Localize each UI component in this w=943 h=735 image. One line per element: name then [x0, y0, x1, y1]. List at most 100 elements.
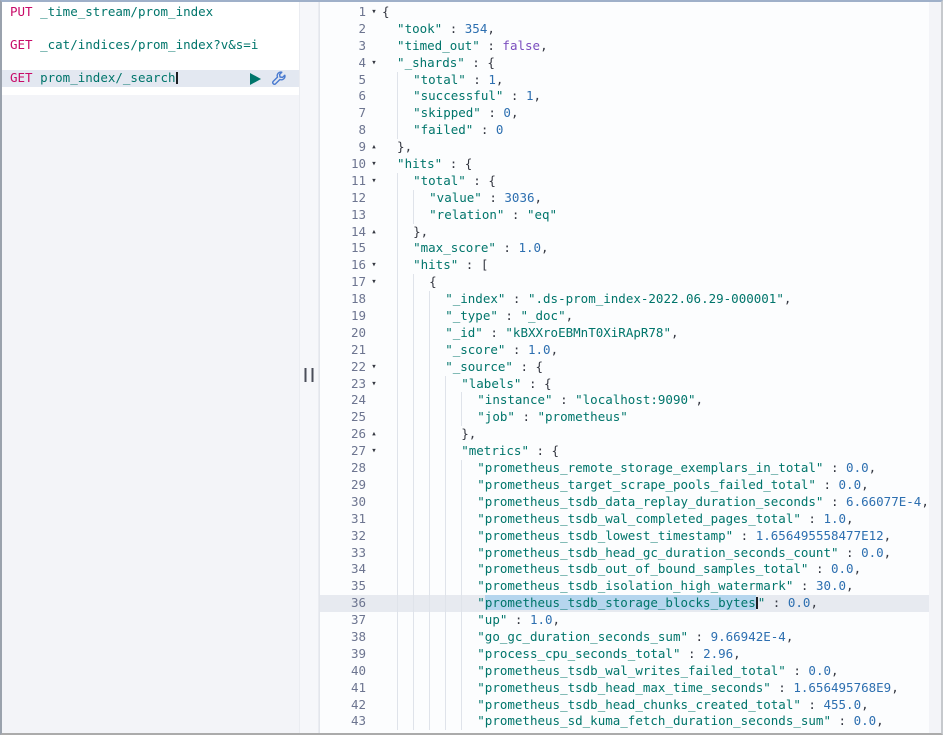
code-content[interactable]: "max_score" : 1.0, [382, 240, 941, 258]
code-content[interactable]: "labels" : { [382, 375, 941, 393]
code-content[interactable]: "prometheus_tsdb_storage_blocks_bytes " :… [382, 595, 941, 613]
code-content[interactable]: "prometheus_target_scrape_pools_failed_t… [382, 476, 941, 494]
response-line[interactable]: 38 "go_gc_duration_seconds_sum" : 9.66942… [320, 628, 941, 646]
response-line[interactable]: 18 "_index" : ".ds-prom_index-2022.06.29-… [320, 291, 941, 309]
response-line[interactable]: 43 "prometheus_sd_kuma_fetch_duration_sec… [320, 713, 941, 731]
response-pane[interactable]: 1 ▾{2 "took" : 354, 3 "timed_out" : false, 4 ▾… [319, 2, 941, 733]
code-content[interactable]: "took" : 354, [382, 21, 941, 38]
code-content[interactable]: "instance" : "localhost:9090", [382, 392, 941, 410]
response-line[interactable]: 6 "successful" : 1, [320, 88, 941, 106]
response-line[interactable]: 22 ▾ "_source" : { [320, 358, 941, 376]
code-content[interactable]: "_score" : 1.0, [382, 341, 941, 359]
response-line[interactable]: 2 "took" : 354, [320, 21, 941, 38]
fold-open-icon[interactable]: ▾ [366, 257, 382, 274]
code-content[interactable]: { [382, 274, 941, 292]
response-line[interactable]: 35 "prometheus_tsdb_isolation_high_waterm… [320, 578, 941, 596]
code-content[interactable]: { [382, 4, 941, 21]
fold-open-icon[interactable]: ▾ [366, 274, 382, 291]
code-content[interactable]: }, [382, 426, 941, 444]
code-content[interactable]: "metrics" : { [382, 443, 941, 461]
code-content[interactable]: "go_gc_duration_seconds_sum" : 9.66942E-… [382, 628, 941, 646]
code-content[interactable]: "prometheus_tsdb_data_replay_duration_se… [382, 493, 941, 511]
response-line[interactable]: 12 "value" : 3036, [320, 189, 941, 207]
code-content[interactable]: "total" : 1, [382, 71, 941, 89]
code-content[interactable]: "prometheus_tsdb_wal_writes_failed_total… [382, 662, 941, 680]
response-line[interactable]: 29 "prometheus_target_scrape_pools_failed… [320, 476, 941, 494]
response-line[interactable]: 5 "total" : 1, [320, 71, 941, 89]
response-line[interactable]: 40 "prometheus_tsdb_wal_writes_failed_tot… [320, 662, 941, 680]
code-content[interactable]: "prometheus_remote_storage_exemplars_in_… [382, 460, 941, 477]
play-icon[interactable] [250, 72, 261, 85]
scrollbar-track[interactable] [929, 2, 941, 733]
code-content[interactable]: "prometheus_tsdb_isolation_high_watermar… [382, 578, 941, 596]
code-content[interactable]: "relation" : "eq" [382, 206, 941, 224]
code-content[interactable]: "prometheus_sd_kuma_fetch_duration_secon… [382, 713, 941, 731]
code-content[interactable]: "hits" : [ [382, 257, 941, 275]
response-line[interactable]: 41 "prometheus_tsdb_head_max_time_seconds… [320, 679, 941, 697]
response-line[interactable]: 27 ▾ "metrics" : { [320, 443, 941, 461]
response-line[interactable]: 23 ▾ "labels" : { [320, 375, 941, 393]
response-line[interactable]: 33 "prometheus_tsdb_head_gc_duration_seco… [320, 544, 941, 562]
code-content[interactable]: "hits" : { [382, 156, 941, 173]
response-line[interactable]: 26 ▴}, [320, 426, 941, 444]
code-content[interactable]: "successful" : 1, [382, 88, 941, 106]
response-line[interactable]: 13 "relation" : "eq" [320, 206, 941, 224]
request-blank-row[interactable] [2, 54, 299, 71]
fold-open-icon[interactable]: ▾ [366, 4, 382, 21]
code-content[interactable]: "process_cpu_seconds_total" : 2.96, [382, 645, 941, 663]
response-line[interactable]: 21 "_score" : 1.0, [320, 341, 941, 359]
response-line[interactable]: 3 "timed_out" : false, [320, 38, 941, 55]
wrench-icon[interactable] [271, 70, 287, 87]
response-line[interactable]: 14 ▴}, [320, 223, 941, 241]
response-line[interactable]: 15 "max_score" : 1.0, [320, 240, 941, 258]
request-lines[interactable]: PUT _time_stream/prom_index GET _cat/indi… [2, 2, 299, 95]
response-line[interactable]: 20 "_id" : "kBXXroEBMnT0XiRApR78", [320, 324, 941, 342]
fold-open-icon[interactable]: ▾ [366, 173, 382, 190]
request-editor-pane[interactable]: PUT _time_stream/prom_index GET _cat/indi… [2, 2, 299, 733]
response-line[interactable]: 10 ▾ "hits" : { [320, 156, 941, 173]
response-line[interactable]: 36 "prometheus_tsdb_storage_blocks_bytes "… [320, 595, 941, 613]
panel-resizer[interactable] [299, 2, 319, 733]
code-content[interactable]: "total" : { [382, 172, 941, 190]
response-line[interactable]: 28 "prometheus_remote_storage_exemplars_i… [320, 460, 941, 477]
code-content[interactable]: "job" : "prometheus" [382, 409, 941, 427]
response-line[interactable]: 4 ▾ "_shards" : { [320, 55, 941, 72]
response-line[interactable]: 25 "job" : "prometheus" [320, 409, 941, 427]
response-line[interactable]: 42 "prometheus_tsdb_head_chunks_created_t… [320, 696, 941, 714]
response-line[interactable]: 30 "prometheus_tsdb_data_replay_duration_… [320, 493, 941, 511]
code-content[interactable]: "value" : 3036, [382, 189, 941, 207]
code-content[interactable]: "timed_out" : false, [382, 38, 941, 55]
fold-close-icon[interactable]: ▴ [366, 224, 382, 241]
fold-open-icon[interactable]: ▾ [366, 359, 382, 376]
response-line[interactable]: 24 "instance" : "localhost:9090", [320, 392, 941, 410]
fold-close-icon[interactable]: ▴ [366, 426, 382, 443]
code-content[interactable]: "_index" : ".ds-prom_index-2022.06.29-00… [382, 291, 941, 309]
request-blank-row[interactable] [2, 21, 299, 38]
fold-open-icon[interactable]: ▾ [366, 376, 382, 393]
code-content[interactable]: "_id" : "kBXXroEBMnT0XiRApR78", [382, 324, 941, 342]
code-content[interactable]: "prometheus_tsdb_lowest_timestamp" : 1.6… [382, 527, 941, 545]
response-lines[interactable]: 1 ▾{2 "took" : 354, 3 "timed_out" : false, 4 ▾… [320, 4, 941, 731]
fold-close-icon[interactable]: ▴ [366, 139, 382, 156]
response-line[interactable]: 9 ▴}, [320, 139, 941, 156]
code-content[interactable]: "failed" : 0 [382, 122, 941, 140]
code-content[interactable]: "skipped" : 0, [382, 105, 941, 123]
code-content[interactable]: "prometheus_tsdb_out_of_bound_samples_to… [382, 561, 941, 579]
code-content[interactable]: "up" : 1.0, [382, 612, 941, 629]
code-content[interactable]: }, [382, 223, 941, 241]
code-content[interactable]: "prometheus_tsdb_head_chunks_created_tot… [382, 696, 941, 714]
code-content[interactable]: "prometheus_tsdb_head_max_time_seconds" … [382, 679, 941, 697]
code-content[interactable]: "_shards" : { [382, 55, 941, 72]
response-line[interactable]: 37 "up" : 1.0, [320, 612, 941, 629]
response-line[interactable]: 19 "_type" : "_doc", [320, 308, 941, 325]
response-line[interactable]: 31 "prometheus_tsdb_wal_completed_pages_t… [320, 510, 941, 528]
response-line[interactable]: 39 "process_cpu_seconds_total" : 2.96, [320, 645, 941, 663]
request-row[interactable]: GET _cat/indices/prom_index?v&s=i [2, 37, 299, 54]
fold-open-icon[interactable]: ▾ [366, 156, 382, 173]
request-row[interactable]: GET prom_index/_search [2, 70, 299, 87]
response-line[interactable]: 16 ▾ "hits" : [ [320, 257, 941, 275]
fold-open-icon[interactable]: ▾ [366, 443, 382, 460]
response-line[interactable]: 17 ▾ { [320, 274, 941, 292]
response-line[interactable]: 32 "prometheus_tsdb_lowest_timestamp" : 1… [320, 527, 941, 545]
code-content[interactable]: "_type" : "_doc", [382, 308, 941, 325]
